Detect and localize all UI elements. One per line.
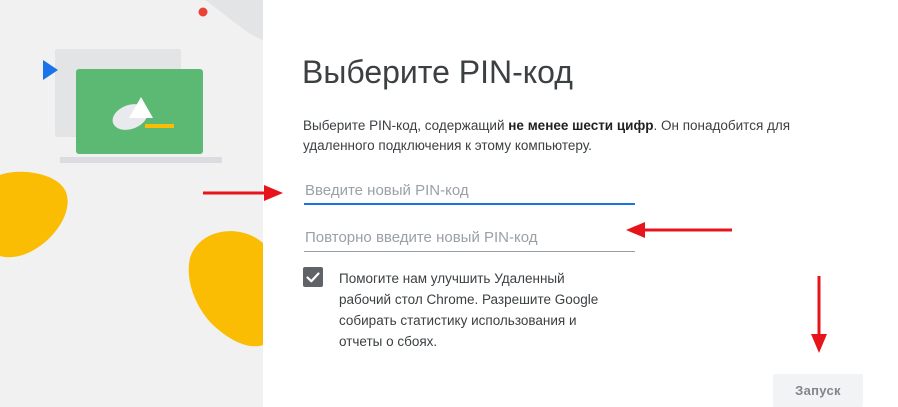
description-emphasis: не менее шести цифр bbox=[508, 118, 654, 133]
pin-input[interactable] bbox=[304, 177, 635, 205]
consent-checkbox[interactable] bbox=[303, 267, 323, 287]
description-text: Выберите PIN-код, содержащий bbox=[303, 118, 509, 133]
laptop-illustration-icon bbox=[0, 0, 263, 347]
illustration-panel bbox=[0, 0, 263, 407]
page-title: Выберите PIN-код bbox=[302, 54, 573, 90]
arrow-annotation-icon bbox=[626, 222, 732, 238]
consent-label: Помогите нам улучшить Удаленный рабочий … bbox=[339, 271, 599, 349]
checkmark-icon bbox=[306, 272, 320, 283]
launch-button[interactable]: Запуск bbox=[773, 374, 863, 407]
arrow-annotation-icon bbox=[811, 276, 827, 353]
pin-description: Выберите PIN-код, содержащий не менее ше… bbox=[303, 116, 823, 156]
pin-confirm-input[interactable] bbox=[304, 224, 635, 252]
